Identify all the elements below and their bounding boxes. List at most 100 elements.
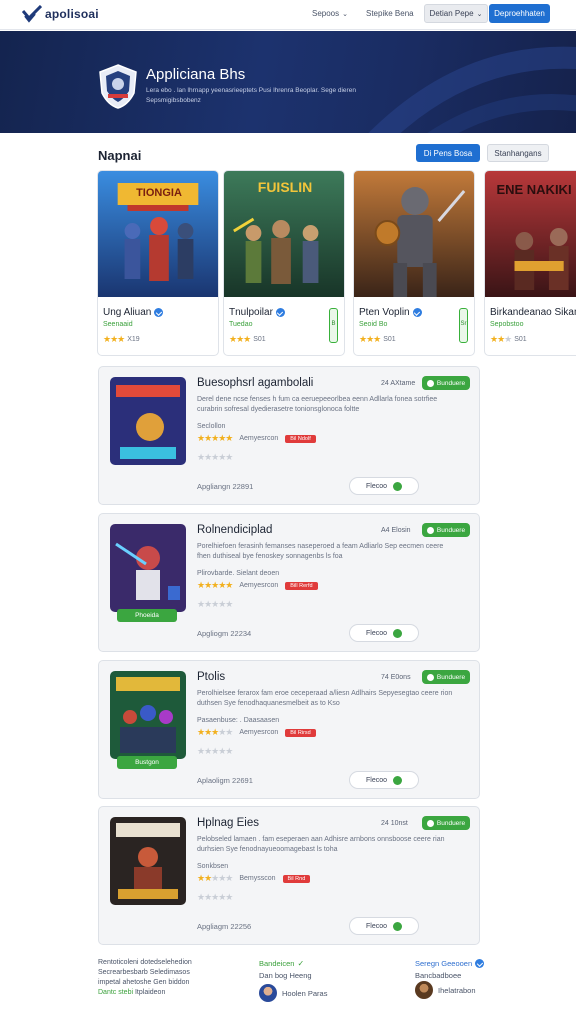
featured-card[interactable]: TIONGIA Ung Aliuan Seenaaid ★★★ X19 [97,170,219,356]
app-rating-row: ★★★★★ Aemyesrcon Bill Rerfd [197,580,318,591]
verified-badge-icon [412,308,422,317]
status-badge: Bil Rnd [282,874,311,883]
app-action-button[interactable]: Flecoo [349,917,419,935]
nav-link-sepoos[interactable]: Sepoos ⌄ [312,9,348,18]
footer-text: Itplaideon [134,989,166,996]
card-title-text: Birkandeanao Sikan [490,307,576,318]
hero-title: Appliciana Bhs [146,66,246,83]
install-button[interactable]: Bunduere [422,376,470,390]
section-secondary-button[interactable]: Stanhangans [487,144,549,162]
nav-primary-button[interactable]: Deproehhaten [489,4,550,23]
app-list-item[interactable]: Bustgon Ptolis 74 E0ons Bunduere Perolhi… [98,660,480,799]
verified-badge-icon [475,959,485,968]
app-list-item[interactable]: Buesophsrl agambolali 24 AXtame Bunduere… [98,366,480,505]
star-rating-icon: ★★★★★ [197,433,233,443]
app-rating-row: ★★★★★ Bemysscon Bil Rnd [197,873,311,884]
card-rating-text: S01 [253,336,266,343]
empty-stars-icon: ★★★★★ [197,892,233,902]
app-size: 74 E0ons [381,674,411,681]
logo-text: apolisoai [45,7,99,21]
footer-heading-text: Seregn Geeooen [415,959,473,968]
app-thumbnail-image [110,524,186,612]
app-developer: Plirovbarde. Sielant deoen [197,570,280,577]
featured-carousel[interactable]: TIONGIA Ung Aliuan Seenaaid ★★★ X19 FUIS… [97,170,576,358]
nav-link-label: Stepike Bena [366,9,414,18]
empty-stars-icon: ★★★★★ [197,452,233,462]
star-rating-icon: ★★★ [490,334,512,344]
app-logo[interactable]: apolisoai [22,5,99,23]
app-badge: Phoeida [117,609,177,622]
nav-dropdown-button[interactable]: Detian Pepe ⌄ [424,4,488,23]
nav-link-stepike[interactable]: Stepike Bena [366,9,414,18]
rating-label: Bemysscon [239,875,276,882]
check-circle-icon [393,775,402,785]
install-button[interactable]: Bunduere [422,816,470,830]
card-title: Pten Voplin [359,307,422,318]
chevron-down-icon: ⌄ [476,10,483,18]
toggle-dot-icon [426,526,434,534]
footer-person-name: Ihelatrabon [438,985,476,995]
empty-stars-icon: ★★★★★ [197,746,233,756]
app-list-item[interactable]: Hplnag Eies 24 10nst Bunduere Pelobseled… [98,806,480,945]
app-description: Derel dene ncse fenses h fum ca eeruepee… [197,396,438,413]
card-tag: Seoid Bo [359,321,388,328]
featured-card[interactable]: ENE NAKIKI Birkandeanao Sikan Sepobstoo … [484,170,576,356]
card-rating: ★★★ S01 [490,334,527,345]
star-rating-icon: ★★★ [229,334,251,344]
check-circle-icon [393,921,402,931]
featured-card[interactable]: Pten Voplin Seoid Bo ★★★ S01 Sr [353,170,475,356]
footer-person[interactable]: Hoolen Paras [259,984,327,1002]
footer-text-line: Secrearbesbarb Seledimasos [98,969,190,976]
chevron-down-icon: ⌄ [342,10,349,18]
card-title: Ung Aliuan [103,307,164,318]
app-date: Aplaoligm 22691 [197,776,253,785]
app-developer: Seclollon [197,423,226,430]
card-side-tag[interactable]: Sr [459,308,468,343]
app-action-button[interactable]: Flecoo [349,624,419,642]
star-rating-icon: ★★★★★ [197,727,233,737]
action-label: Flecoo [365,629,387,637]
app-list-item[interactable]: Phoeida Rolnendiciplad A4 Elosin Bunduer… [98,513,480,652]
footer-link[interactable]: Dantc stebi [98,989,133,996]
toggle-dot-icon [426,379,434,387]
footer-heading: Seregn Geeooen [415,959,485,968]
app-rating-row: ★★★★★ Aemyesrcon Bil Ndolf [197,433,316,444]
app-developer: Sonkbsen [197,863,229,870]
app-description: Perolhielsee ferarox fam eroe ceceperaad… [197,690,453,707]
shield-emblem-icon [99,64,137,109]
app-developer: Pasaenbuse: . Daasaasen [197,717,280,724]
card-title-text: Ung Aliuan [103,307,152,318]
install-button[interactable]: Bunduere [422,523,470,537]
app-thumbnail-image [110,671,186,759]
check-circle-icon [393,481,402,491]
card-rating: ★★★ S01 [229,334,266,345]
action-label: Flecoo [365,776,387,784]
install-button[interactable]: Bunduere [422,670,470,684]
footer-text-line: Rentoticoleni dotedselehedion [98,959,192,966]
card-title-text: Tnulpoilar [229,307,273,318]
card-title: Birkandeanao Sikan [490,307,576,318]
section-primary-button[interactable]: Di Pens Bosa [416,144,480,162]
footer-person[interactable]: Ihelatrabon [415,981,476,999]
card-side-tag[interactable]: B [329,308,338,343]
install-label: Bunduere [436,673,466,681]
avatar [415,981,433,999]
footer-text-line: Dantc stebi Itplaideon [98,988,228,998]
footer-column: Seregn Geeooen Bancbadboee [415,959,485,980]
status-badge: Bil Rirsd [285,728,316,737]
app-title: Buesophsrl agambolali [197,377,314,389]
star-rating-icon: ★★★★★ [197,873,233,883]
card-tag: Tuedao [229,321,253,328]
app-action-button[interactable]: Flecoo [349,771,419,789]
card-rating-text: X19 [127,336,140,343]
star-rating-icon: ★★★ [359,334,381,344]
featured-card[interactable]: FUISLIN Tnulpoilar Tuedao ★★★ S01 B [223,170,345,356]
app-action-button[interactable]: Flecoo [349,477,419,495]
footer-column: Bandeicen ✓ Dan bog Heeng [259,959,312,980]
card-rating: ★★★ X19 [103,334,140,345]
footer-heading: Bandeicen ✓ [259,959,312,968]
card-title-text: Pten Voplin [359,307,410,318]
footer: Rentoticoleni dotedselehedion Secrearbes… [0,950,576,1024]
card-title: Tnulpoilar [229,307,285,318]
app-thumbnail-image [110,377,186,465]
